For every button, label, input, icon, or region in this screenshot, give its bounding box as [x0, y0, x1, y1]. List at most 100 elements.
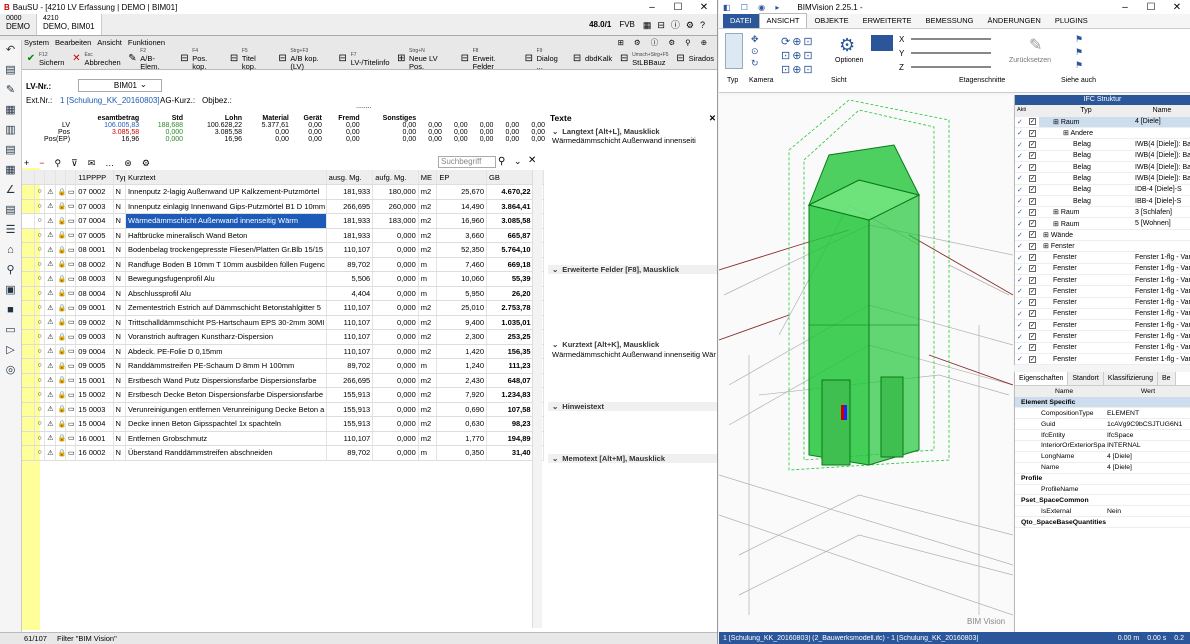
cell-11pppp[interactable]: 08 0003 [75, 271, 114, 287]
row-icon-4[interactable]: ▭ [65, 199, 77, 214]
cell-11pppp[interactable]: 08 0002 [75, 257, 114, 272]
row-icon-3[interactable]: 🔒 [55, 344, 66, 359]
row-icon-3[interactable]: 🔒 [55, 315, 66, 330]
ribbon-tab-5[interactable]: ÄNDERUNGEN [980, 14, 1047, 28]
cell-gb[interactable]: 1.234,83 [486, 387, 534, 403]
cell-typ[interactable]: N [113, 300, 126, 316]
ifc-name[interactable]: Fenster 1-flg - Varia [1133, 319, 1190, 332]
row-icon-1[interactable]: ○ [34, 242, 46, 258]
cell-typ[interactable]: N [113, 271, 126, 287]
row-icon-3[interactable]: 🔒 [55, 416, 66, 432]
row-icon-3[interactable]: 🔒 [55, 300, 66, 316]
expand-icon[interactable]: ⊞ [1053, 221, 1061, 228]
toolbar-button-6[interactable]: ⊟ F7 LV-/Titelinfo [334, 51, 393, 67]
settings-icon[interactable]: ⚙ [142, 158, 150, 169]
ifc-checkbox[interactable]: ✓ [1027, 251, 1039, 264]
nav-icon-6[interactable]: ▦ [0, 160, 21, 180]
ifc-checkbox[interactable]: ✓ [1027, 353, 1039, 366]
cell-ep[interactable]: 0,630 [436, 416, 488, 432]
cell-ep[interactable]: 5,950 [436, 286, 488, 301]
row-icon-1[interactable]: ○ [34, 329, 46, 345]
ifc-typ[interactable]: ⊞ Raum [1039, 206, 1133, 219]
row-icon-2[interactable]: ⚠ [44, 387, 56, 403]
cell-me[interactable]: m2 [418, 402, 438, 417]
ifc-row[interactable]: ✓✓ Fenster Fenster 1-flg - Varia [1015, 285, 1190, 298]
cell-11pppp[interactable]: 09 0004 [75, 344, 114, 359]
cell-ep[interactable]: 25,010 [436, 300, 488, 316]
cell-gb[interactable]: 5.764,10 [486, 242, 534, 258]
bim-close-button[interactable]: ✕ [1164, 2, 1190, 13]
row-icon-1[interactable]: ○ [34, 315, 46, 330]
cell-kurztext[interactable]: Überstand Randdämmstreifen abschneiden [125, 445, 327, 461]
ifc-typ[interactable]: Belag [1039, 161, 1133, 174]
ifc-row[interactable]: ✓ ✓ ⊞ Raum 4 [Diele] [1015, 116, 1190, 129]
row-icon-3[interactable]: 🔒 [55, 199, 66, 214]
maximize-button[interactable]: ☐ [665, 2, 691, 13]
table-row[interactable]: ○⚠🔒▭16 0001NEntfernen Grobschmutz110,107… [22, 431, 545, 446]
grid-header-10[interactable]: ME [418, 170, 438, 185]
menu-system[interactable]: System [24, 38, 49, 47]
ifc-checkbox[interactable]: ✓ [1027, 342, 1039, 355]
cell-typ[interactable]: N [113, 242, 126, 258]
ifc-name[interactable]: Fenster 1-flg - Varia [1133, 330, 1190, 343]
ribbon-tab-4[interactable]: BEMESSUNG [919, 14, 981, 28]
hinweistext-header[interactable]: ⌄ Hinweistext [548, 402, 717, 411]
cell-me[interactable]: m2 [418, 373, 438, 388]
cell-kurztext[interactable]: Randdämmstreifen PE-Schaum D 8mm H 100mm [125, 358, 327, 374]
cell-gb[interactable]: 107,58 [486, 402, 534, 417]
nav-icon-1[interactable]: ▤ [0, 60, 21, 80]
row-icon-3[interactable]: 🔒 [55, 329, 66, 345]
menu-funktionen[interactable]: Funktionen [128, 38, 165, 47]
cell-gb[interactable]: 3.085,58 [486, 213, 534, 229]
cell-ausg-mg-[interactable]: 89,702 [326, 257, 374, 272]
nav-icon-10[interactable]: ⌂ [0, 240, 21, 260]
ifc-checkbox[interactable]: ✓ [1027, 206, 1039, 219]
view-icon[interactable] [871, 35, 893, 51]
cell-ausg-mg-[interactable]: 110,107 [326, 315, 374, 330]
cell-gb[interactable]: 111,23 [486, 358, 534, 374]
row-icon-1[interactable]: ○ [34, 257, 46, 272]
prop-row[interactable]: ProfileName [1015, 484, 1190, 496]
row-icon-4[interactable]: ▭ [65, 387, 77, 403]
ifc-check-icon[interactable]: ✓ [1015, 195, 1027, 208]
cell-ep[interactable]: 25,670 [436, 184, 488, 200]
lv-dropdown-icon[interactable]: ⌄ [140, 80, 147, 89]
cell-aufg-mg-[interactable]: 183,000 [372, 213, 419, 229]
cell-me[interactable]: m [418, 257, 438, 272]
menu-ansicht[interactable]: Ansicht [97, 38, 122, 47]
row-icon-3[interactable]: 🔒 [55, 228, 66, 243]
grid-search-icon[interactable]: ⚲ [498, 156, 505, 167]
ifc-check-icon[interactable]: ✓ [1015, 127, 1027, 140]
cell-gb[interactable]: 4.670,22 [486, 184, 534, 200]
search-input[interactable]: Suchbegriff [438, 156, 496, 168]
row-icon-2[interactable]: ⚠ [44, 242, 56, 258]
grid-header-9[interactable]: aufg. Mg. [372, 170, 419, 185]
ribbon-tab-3[interactable]: ERWEITERTE [856, 14, 919, 28]
ifc-checkbox[interactable]: ✓ [1027, 150, 1039, 162]
cell-aufg-mg-[interactable]: 0,000 [372, 271, 419, 287]
cell-ausg-mg-[interactable]: 110,107 [326, 344, 374, 359]
nav-icon-15[interactable]: ▷ [0, 340, 21, 360]
z-slider[interactable] [911, 66, 991, 68]
ifc-row[interactable]: ✓✓ Fenster Fenster 1-flg - Varia [1015, 353, 1190, 366]
ifc-checkbox[interactable]: ✓ [1027, 127, 1039, 140]
cell-typ[interactable]: N [113, 199, 126, 214]
cell-ausg-mg-[interactable]: 155,913 [326, 387, 374, 403]
ifc-checkbox[interactable]: ✓ [1027, 308, 1039, 321]
ifc-check-icon[interactable]: ✓ [1015, 274, 1027, 287]
row-icon-4[interactable]: ▭ [65, 286, 77, 301]
cell-aufg-mg-[interactable]: 0,000 [372, 228, 419, 243]
ifc-typ[interactable]: Fenster [1039, 353, 1133, 366]
table-row[interactable]: ○⚠🔒▭15 0002NErstbesch Decke Beton Disper… [22, 387, 545, 403]
ifc-typ[interactable]: Fenster [1039, 285, 1133, 298]
row-icon-1[interactable]: ○ [34, 213, 46, 229]
ifc-checkbox[interactable]: ✓ [1027, 161, 1039, 174]
cell-me[interactable]: m2 [418, 416, 438, 432]
reset-label[interactable]: Zurücksetzen [1009, 57, 1051, 64]
minimize-button[interactable]: – [639, 2, 665, 13]
row-icon-1[interactable]: ○ [34, 286, 46, 301]
nav-icon-9[interactable]: ☰ [0, 220, 21, 240]
cell-ausg-mg-[interactable]: 4,404 [326, 286, 374, 301]
table-row[interactable]: ○⚠🔒▭09 0002NTrittschalldämmschicht PS-Ha… [22, 315, 545, 330]
row-icon-3[interactable]: 🔒 [55, 257, 66, 272]
